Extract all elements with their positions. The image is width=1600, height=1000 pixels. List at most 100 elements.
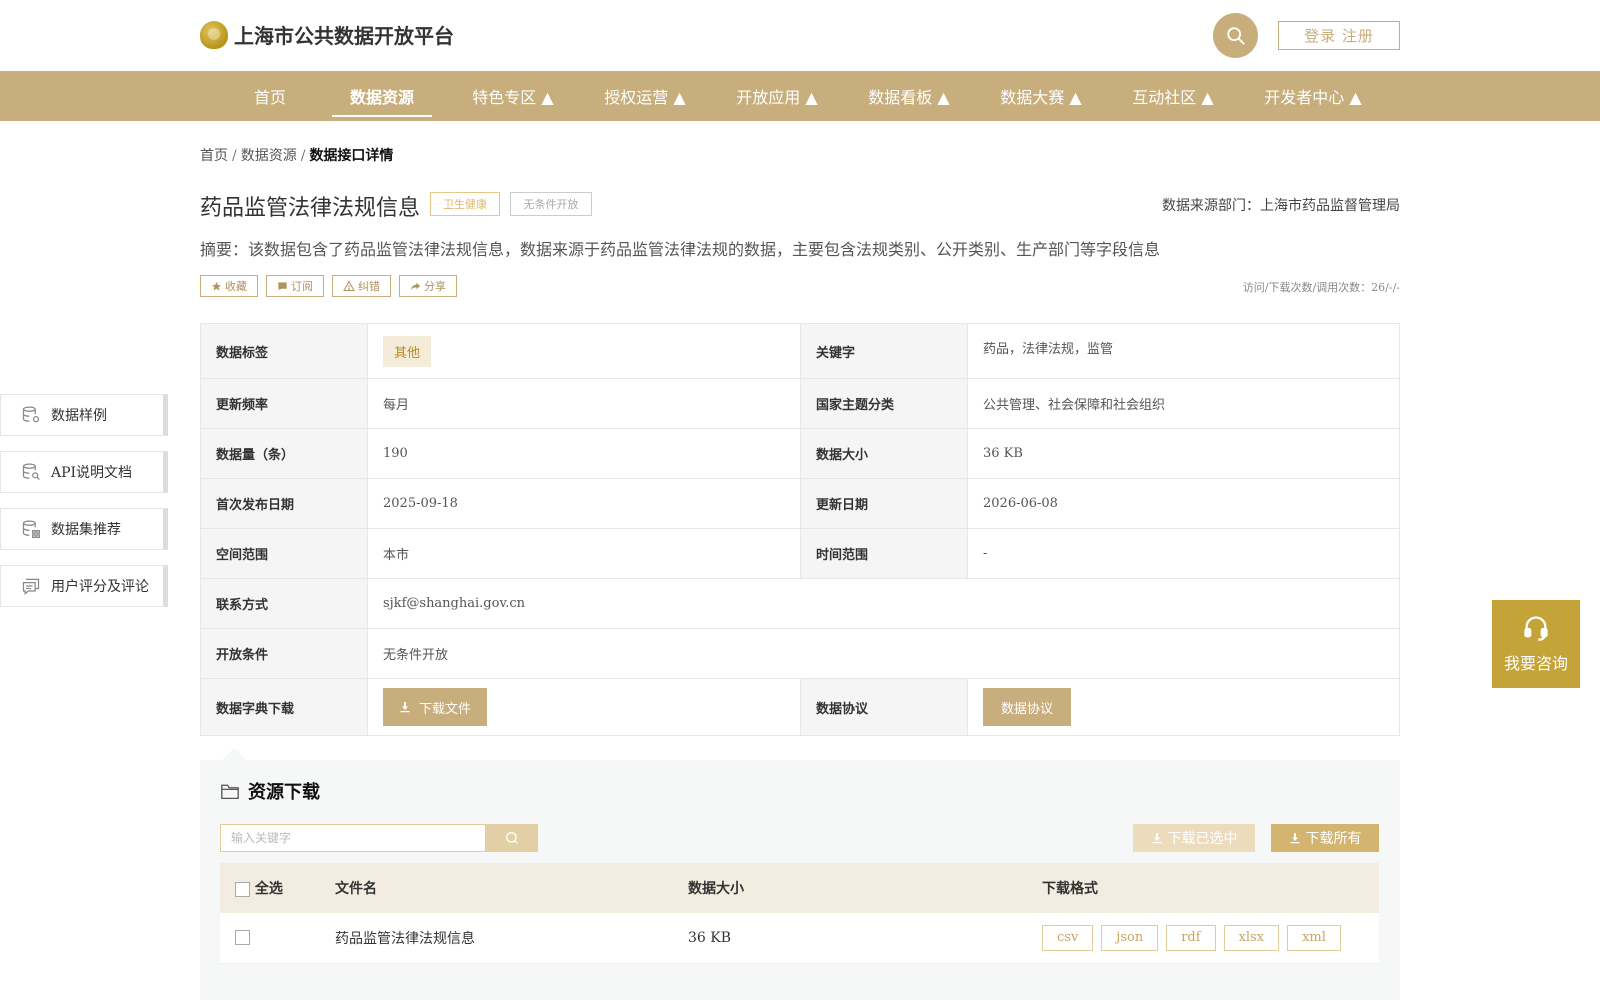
keyword-search-button[interactable] — [486, 824, 538, 852]
share-label: 分享 — [424, 280, 446, 293]
table-row: 空间范围 本市 时间范围 - — [200, 528, 1400, 579]
table-header-row: 全选 文件名 数据大小 下载格式 — [220, 863, 1379, 913]
share-icon — [410, 282, 421, 290]
format-xlsx-button[interactable]: xlsx — [1223, 924, 1280, 951]
nav-item-home[interactable]: 首页 — [220, 71, 320, 121]
database-search-icon — [22, 463, 40, 480]
favorite-label: 收藏 — [225, 280, 247, 293]
nav-item-authorized-ops[interactable]: 授权运营 ▲ — [595, 71, 695, 121]
table-row: 联系方式 sjkf@shanghai.gov.cn — [200, 578, 1400, 629]
share-button[interactable]: 分享 — [399, 275, 457, 297]
side-item-api-docs[interactable]: API说明文档 — [0, 451, 168, 493]
consult-label: 我要咨询 — [1503, 654, 1568, 673]
category-tag: 卫生健康 — [430, 192, 500, 216]
format-rdf-button[interactable]: rdf — [1166, 924, 1216, 951]
info-label: 更新日期 — [800, 478, 968, 529]
nav-item-open-apps[interactable]: 开放应用 ▲ — [727, 71, 827, 121]
nav-item-developer[interactable]: 开发者中心 ▲ — [1258, 71, 1368, 121]
info-value: 其他 — [367, 323, 801, 379]
resource-download-panel: 资源下载 下载已选中 下载所有 全选 文件名 数据大小 下载格式 — [200, 760, 1400, 1000]
info-label: 联系方式 — [200, 578, 368, 629]
table-row: 更新频率 每月 国家主题分类 公共管理、社会保障和社会组织 — [200, 378, 1400, 429]
row-formats: csv json rdf xlsx xml — [1042, 913, 1379, 964]
table-row: 数据标签 其他 关键字 药品，法律法规，监管 — [200, 323, 1400, 379]
download-dictionary-button[interactable]: 下载文件 — [383, 688, 488, 726]
nav-item-data-resources[interactable]: 数据资源 — [332, 71, 432, 121]
open-condition-tag: 无条件开放 — [510, 192, 592, 216]
column-header-formats: 下载格式 — [1042, 863, 1379, 913]
table-row: 数据量（条） 190 数据大小 36 KB — [200, 428, 1400, 479]
consult-button[interactable]: 我要咨询 — [1492, 600, 1580, 688]
subscribe-button[interactable]: 订阅 — [266, 275, 324, 297]
favorite-button[interactable]: 收藏 — [200, 275, 258, 297]
row-size: 36 KB — [688, 913, 1042, 964]
nav-item-competition[interactable]: 数据大赛 ▲ — [991, 71, 1091, 121]
side-item-label: 用户评分及评论 — [51, 579, 149, 595]
row-filename: 药品监管法律法规信息 — [335, 913, 688, 964]
breadcrumb-home[interactable]: 首页 — [200, 148, 228, 164]
info-label: 国家主题分类 — [800, 378, 968, 429]
dataset-info-table: 数据标签 其他 关键字 药品，法律法规，监管 更新频率 每月 国家主题分类 公共… — [200, 323, 1400, 736]
info-label: 数据大小 — [800, 428, 968, 479]
comment-icon — [22, 578, 40, 595]
select-all-label: 全选 — [254, 881, 283, 897]
info-value: 本市 — [367, 528, 801, 579]
select-all-checkbox[interactable] — [235, 881, 250, 897]
side-item-label: API说明文档 — [51, 465, 133, 481]
info-value: sjkf@shanghai.gov.cn — [367, 578, 1400, 629]
download-selected-button[interactable]: 下载已选中 — [1133, 824, 1255, 852]
side-item-data-sample[interactable]: 数据样例 — [0, 394, 168, 436]
resource-download-title: 资源下载 — [220, 778, 320, 804]
info-value: 无条件开放 — [367, 628, 1400, 679]
info-label: 时间范围 — [800, 528, 968, 579]
format-csv-button[interactable]: csv — [1042, 924, 1094, 951]
folder-icon — [221, 784, 239, 800]
side-item-label: 数据集推荐 — [51, 522, 121, 538]
info-value: 36 KB — [967, 428, 1400, 479]
site-logo[interactable]: 上海市公共数据开放平台 — [200, 20, 454, 49]
info-label: 空间范围 — [200, 528, 368, 579]
download-all-button[interactable]: 下载所有 — [1271, 824, 1379, 852]
row-select-cell — [220, 913, 335, 964]
search-icon — [1226, 26, 1245, 45]
info-value: 下载文件 — [367, 678, 801, 736]
nav-item-featured[interactable]: 特色专区 ▲ — [463, 71, 563, 121]
format-json-button[interactable]: json — [1101, 924, 1159, 951]
main-nav: 首页 数据资源 特色专区 ▲ 授权运营 ▲ 开放应用 ▲ 数据看板 ▲ 数据大赛… — [0, 71, 1600, 121]
nav-item-dashboard[interactable]: 数据看板 ▲ — [859, 71, 959, 121]
breadcrumb-resources[interactable]: 数据资源 — [241, 148, 297, 164]
subscribe-label: 订阅 — [291, 280, 313, 293]
data-protocol-button[interactable]: 数据协议 — [983, 688, 1072, 726]
info-value: - — [967, 528, 1400, 579]
panel-pointer — [222, 748, 246, 760]
resource-download-label: 资源下载 — [248, 782, 320, 803]
table-row: 首次发布日期 2025-09-18 更新日期 2026-06-08 — [200, 478, 1400, 529]
dataset-summary: 摘要：该数据包含了药品监管法律法规信息，数据来源于药品监管法律法规的数据，主要包… — [200, 240, 1161, 259]
info-label: 开放条件 — [200, 628, 368, 679]
info-label: 更新频率 — [200, 378, 368, 429]
keyword-search-input[interactable] — [220, 824, 486, 852]
info-label: 数据协议 — [800, 678, 968, 736]
info-label: 数据量（条） — [200, 428, 368, 479]
action-bar: 收藏 订阅 纠错 分享 — [200, 275, 457, 297]
info-value: 药品，法律法规，监管 — [967, 323, 1400, 379]
nav-item-community[interactable]: 互动社区 ▲ — [1123, 71, 1223, 121]
side-item-ratings-comments[interactable]: 用户评分及评论 — [0, 565, 168, 607]
site-title: 上海市公共数据开放平台 — [234, 24, 454, 48]
database-grid-icon — [22, 520, 40, 538]
format-xml-button[interactable]: xml — [1287, 924, 1341, 951]
logo-icon — [200, 20, 228, 49]
info-label: 数据标签 — [200, 323, 368, 379]
source-department: 数据来源部门：上海市药品监督管理局 — [1162, 198, 1400, 214]
header-search-button[interactable] — [1213, 13, 1258, 58]
download-dictionary-label: 下载文件 — [419, 701, 472, 717]
side-item-dataset-recommend[interactable]: 数据集推荐 — [0, 508, 168, 550]
breadcrumb-current: 数据接口详情 — [309, 148, 394, 164]
row-checkbox[interactable] — [235, 930, 250, 946]
report-error-label: 纠错 — [358, 280, 380, 293]
data-tag[interactable]: 其他 — [383, 335, 432, 367]
bookmark-flag-icon — [278, 281, 287, 291]
login-register-button[interactable]: 登录 注册 — [1278, 21, 1400, 50]
report-error-button[interactable]: 纠错 — [332, 275, 391, 297]
download-icon — [1152, 833, 1161, 844]
